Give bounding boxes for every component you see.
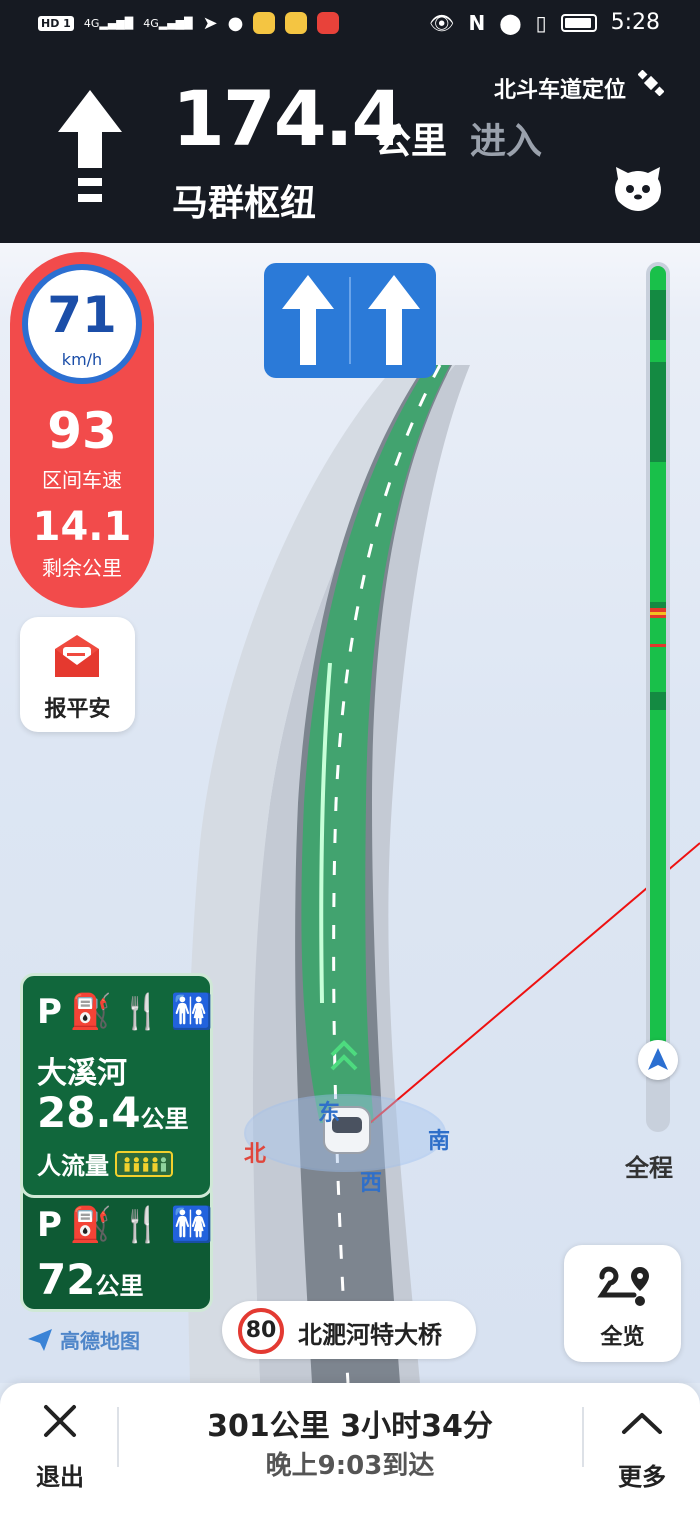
compass-east: 东 — [318, 1101, 341, 1126]
remaining-distance: 14.1 — [32, 504, 132, 550]
current-road-name: 北淝河特大桥 — [298, 1321, 442, 1349]
compass-south: 南 — [428, 1129, 451, 1154]
service-icons: P ⛽ 🍴 🚻 — [37, 992, 213, 1032]
traffic-segment — [650, 362, 666, 462]
eye-icon: 👁 — [429, 10, 455, 35]
signal-icon-2: 4G▂▄▆█ — [143, 16, 193, 30]
crowd-level-label: 人流量 — [37, 1152, 109, 1180]
current-road-pill: 80 北淝河特大桥 — [222, 1301, 476, 1359]
traffic-segment — [650, 290, 666, 340]
divider — [117, 1407, 119, 1467]
traffic-segment-congested — [650, 644, 666, 647]
maneuver-distance: 174.4 — [172, 74, 404, 163]
guidance-header: 174.4 公里 进入 马群枢纽 北斗车道定位 — [0, 50, 700, 243]
fuel-icon: ⛽ — [69, 1205, 113, 1245]
service-area-distance: 72公里 — [37, 1255, 144, 1304]
more-button[interactable]: 更多 — [600, 1397, 684, 1491]
route-overview-icon — [597, 1266, 649, 1306]
service-area-name: 大溪河 — [37, 1056, 127, 1091]
fuel-icon: ⛽ — [69, 992, 113, 1032]
more-label: 更多 — [618, 1463, 666, 1491]
maneuver-action: 进入 — [470, 121, 543, 162]
report-safe-label: 报平安 — [44, 697, 111, 722]
restroom-icon: 🚻 — [170, 992, 213, 1032]
status-left: HD 1 4G▂▄▆█ 4G▂▄▆█ ➤ ● — [38, 12, 340, 34]
overview-label: 全览 — [600, 1325, 645, 1350]
clock: 5:28 — [610, 10, 660, 35]
vibrate-icon: ▯ — [535, 10, 547, 35]
restroom-icon: 🚻 — [170, 1205, 213, 1245]
restaurant-icon: 🍴 — [120, 1205, 163, 1245]
compass-west: 西 — [360, 1171, 383, 1196]
maneuver-road: 马群枢纽 — [172, 183, 317, 224]
lane-arrow-icon — [368, 275, 420, 365]
traffic-segment-congested — [650, 615, 666, 618]
bottom-bar: 退出 301公里 3小时34分 晚上9:03到达 更多 — [0, 1383, 700, 1517]
amap-logo-text: 高德地图 — [60, 1329, 140, 1353]
exit-label: 退出 — [36, 1463, 84, 1491]
arrival-time: 晚上9:03到达 — [265, 1451, 435, 1481]
average-speed-label: 区间车速 — [42, 468, 122, 492]
network-chip: HD 1 — [38, 15, 74, 31]
telegram-icon: ➤ — [202, 12, 218, 34]
speed-unit: km/h — [61, 350, 103, 369]
amap-logo-icon — [28, 1328, 52, 1351]
speed-panel: 71 km/h 93 区间车速 14.1 剩余公里 — [10, 252, 154, 608]
lane-guidance — [264, 263, 436, 378]
traffic-segment — [650, 692, 666, 710]
beidou-lane-label: 北斗车道定位 — [493, 78, 626, 103]
envelope-icon — [55, 635, 99, 677]
parking-icon: P — [37, 992, 62, 1032]
divider — [582, 1407, 584, 1467]
exit-button[interactable]: 退出 — [20, 1397, 100, 1491]
toutiao-app-icon — [317, 12, 340, 34]
report-safe-button[interactable]: 报平安 — [20, 617, 135, 732]
service-area-card[interactable]: P ⛽ 🍴 🚻 大溪河 28.4公里 人流量 — [20, 973, 213, 1198]
route-progress-label: 全程 — [625, 1154, 673, 1182]
lane-divider — [349, 277, 351, 364]
service-icons: P ⛽ 🍴 🚻 — [37, 1205, 213, 1245]
current-position-icon — [638, 1040, 678, 1080]
service-area-distance: 28.4公里 — [37, 1088, 189, 1137]
signal-icon-1: 4G▂▄▆█ — [83, 16, 134, 30]
nfc-icon: N — [468, 10, 486, 35]
route-progress-bar[interactable] — [646, 262, 670, 1132]
average-speed: 93 — [47, 402, 117, 460]
straight-arrow-icon — [58, 90, 122, 202]
remaining-distance-label: 剩余公里 — [42, 556, 122, 580]
status-right: 👁 N ⬤ ▯ 5:28 — [429, 10, 660, 35]
overview-button[interactable]: 全览 — [564, 1245, 681, 1362]
satellite-icon — [638, 70, 664, 96]
restaurant-icon: 🍴 — [120, 992, 163, 1032]
current-speed-circle: 71 km/h — [22, 264, 142, 384]
crowd-level: 人流量 — [37, 1146, 173, 1181]
parking-icon: P — [37, 1205, 62, 1245]
status-bar: HD 1 4G▂▄▆█ 4G▂▄▆█ ➤ ● 👁 N ⬤ ▯ 5:28 — [0, 0, 700, 50]
wechat-icon: ● — [227, 12, 244, 34]
maneuver-distance-unit: 公里 — [375, 121, 448, 162]
close-icon — [44, 1405, 76, 1437]
assistant-cat-icon[interactable] — [612, 165, 664, 211]
chevron-up-icon — [622, 1413, 662, 1434]
crowd-level-icon — [115, 1150, 173, 1177]
weibo-app-icon-2 — [285, 12, 308, 34]
trip-summary: 301公里 3小时34分 — [207, 1409, 493, 1444]
amap-logo: 高德地图 — [26, 1325, 140, 1354]
battery-icon — [560, 13, 597, 32]
current-speed: 71 — [47, 286, 117, 344]
weibo-app-icon — [253, 12, 276, 34]
lane-arrow-icon — [282, 275, 334, 365]
service-area-card-next[interactable]: P ⛽ 🍴 🚻 72公里 — [20, 1180, 213, 1312]
compass-north: 北 — [244, 1142, 267, 1167]
speed-limit-sign: 80 — [238, 1308, 284, 1354]
location-icon: ⬤ — [499, 10, 522, 35]
